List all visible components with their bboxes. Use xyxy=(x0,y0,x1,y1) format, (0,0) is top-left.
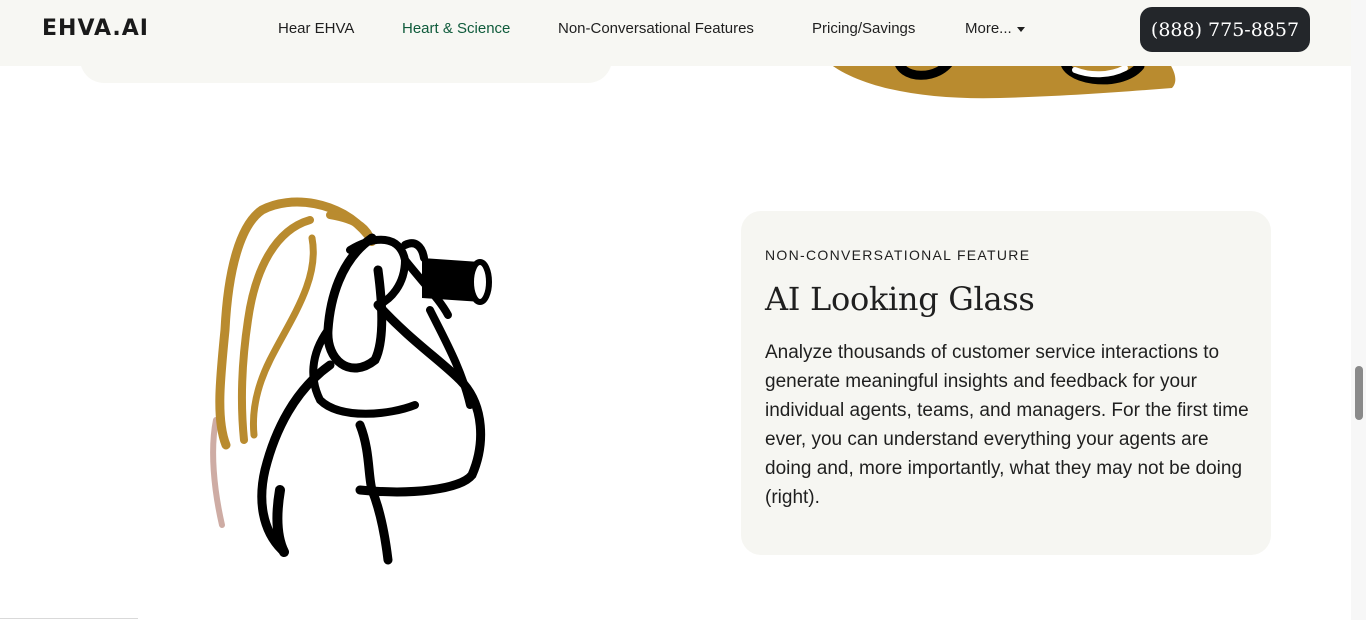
site-header: EHVA.AI Hear EHVA Heart & Science Non-Co… xyxy=(0,0,1351,66)
divider xyxy=(0,618,138,619)
phone-button[interactable]: (888) 775-8857 xyxy=(1140,7,1310,52)
feature-title: AI Looking Glass xyxy=(765,280,1035,318)
page: EHVA.AI Hear EHVA Heart & Science Non-Co… xyxy=(0,0,1366,620)
feature-description: Analyze thousands of customer service in… xyxy=(765,342,1249,508)
page-scrollbar[interactable] xyxy=(1351,0,1366,620)
scrollbar-thumb[interactable] xyxy=(1355,366,1363,420)
nav-more-label: More... xyxy=(965,20,1012,37)
feature-card: NON-CONVERSATIONAL FEATURE AI Looking Gl… xyxy=(741,211,1271,555)
person-with-spyglass-illustration xyxy=(210,197,492,565)
nav-heart-science[interactable]: Heart & Science xyxy=(402,20,510,37)
feature-eyebrow: NON-CONVERSATIONAL FEATURE xyxy=(765,247,1031,263)
site-logo[interactable]: EHVA.AI xyxy=(42,16,149,41)
nav-more-dropdown[interactable]: More... xyxy=(965,20,1025,37)
nav-pricing-savings[interactable]: Pricing/Savings xyxy=(812,20,915,37)
caret-down-icon xyxy=(1016,26,1025,32)
nav-hear-ehva[interactable]: Hear EHVA xyxy=(278,20,354,37)
nav-non-conversational-features[interactable]: Non-Conversational Features xyxy=(558,20,754,37)
